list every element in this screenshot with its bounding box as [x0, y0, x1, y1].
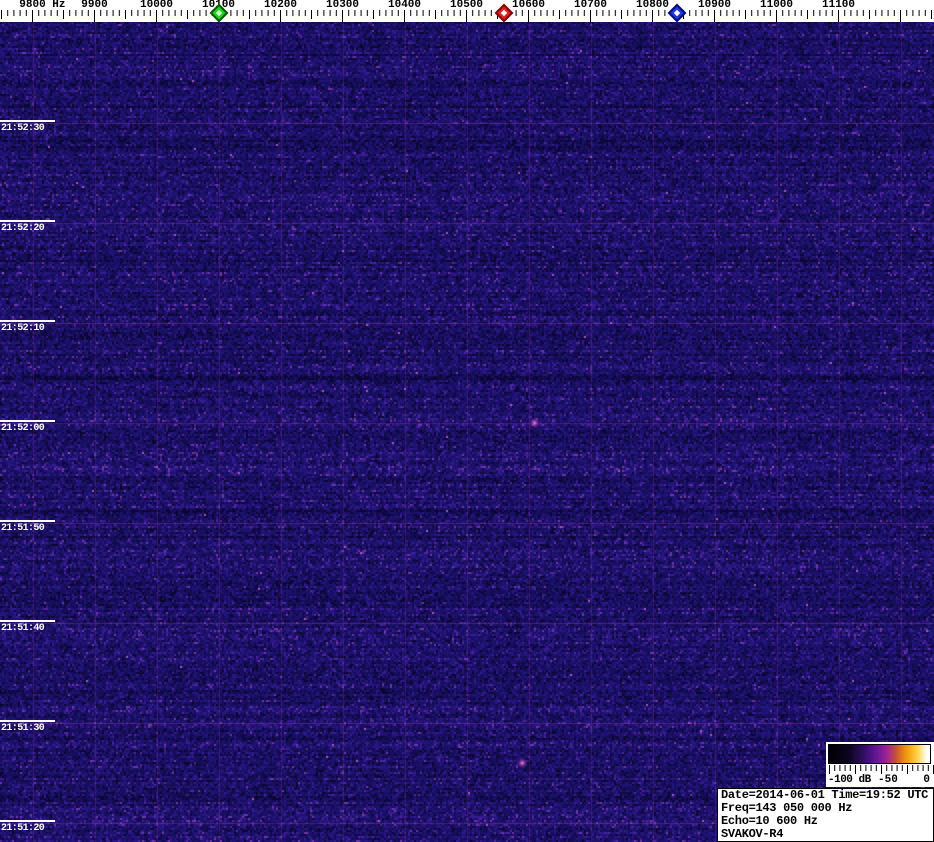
frequency-tick-label: 11100 [822, 0, 855, 11]
frequency-ruler[interactable]: 9800 Hz990010000101001020010300104001050… [0, 0, 934, 22]
colorbar-max-label: 0 [923, 774, 930, 786]
time-tick-label: 21:52:10 [1, 324, 44, 334]
colorbar-labels: -100 dB -50 0 [826, 774, 934, 787]
frequency-tick-label: 11000 [760, 0, 793, 11]
time-tick-label: 21:51:50 [1, 524, 44, 534]
time-tick-mark [0, 220, 55, 222]
time-tick-label: 21:52:20 [1, 224, 44, 234]
time-tick-mark [0, 120, 55, 122]
frequency-tick-label: 10000 [140, 0, 173, 11]
time-tick-mark [0, 720, 55, 722]
colorbar-gradient [828, 744, 931, 764]
status-info-box: Date=2014-06-01 Time=19:52 UTC Freq=143 … [717, 788, 934, 842]
ruler-marker-red-diamond[interactable] [494, 3, 514, 23]
time-tick-mark [0, 820, 55, 822]
frequency-tick-label: 10200 [264, 0, 297, 11]
time-tick-mark [0, 520, 55, 522]
db-colorbar-legend: -100 dB -50 0 [826, 742, 934, 787]
frequency-tick-label: 9900 [81, 0, 107, 11]
spectrum-waterfall-window: 9800 Hz990010000101001020010300104001050… [0, 0, 934, 842]
time-tick-label: 21:51:40 [1, 624, 44, 634]
colorbar-mid-label: -50 [878, 774, 898, 786]
ruler-marker-green-diamond[interactable] [209, 3, 229, 23]
time-tick-label: 21:51:30 [1, 724, 44, 734]
ruler-marker-blue-diamond[interactable] [667, 3, 687, 23]
time-tick-mark [0, 320, 55, 322]
time-tick-label: 21:52:00 [1, 424, 44, 434]
frequency-tick-label: 10800 [636, 0, 669, 11]
frequency-tick-label: 10700 [574, 0, 607, 11]
time-tick-label: 21:52:30 [1, 124, 44, 134]
waterfall-plot[interactable]: 21:52:30 21:52:20 21:52:10 21:52:00 21:51:50… [0, 22, 934, 842]
time-tick-mark [0, 620, 55, 622]
spectrogram-canvas[interactable] [0, 22, 934, 842]
time-tick-label: 21:51:20 [1, 824, 44, 834]
time-tick-mark [0, 420, 55, 422]
colorbar-min-label: -100 dB [828, 774, 871, 786]
frequency-tick-label: 10900 [698, 0, 731, 11]
frequency-tick-label: 10600 [512, 0, 545, 11]
info-station-id: SVAKOV-R4 [721, 828, 930, 841]
frequency-tick-label: 10300 [326, 0, 359, 11]
frequency-tick-label: 10500 [450, 0, 483, 11]
frequency-tick-label: 10400 [388, 0, 421, 11]
frequency-tick-label: 9800 Hz [19, 0, 65, 11]
